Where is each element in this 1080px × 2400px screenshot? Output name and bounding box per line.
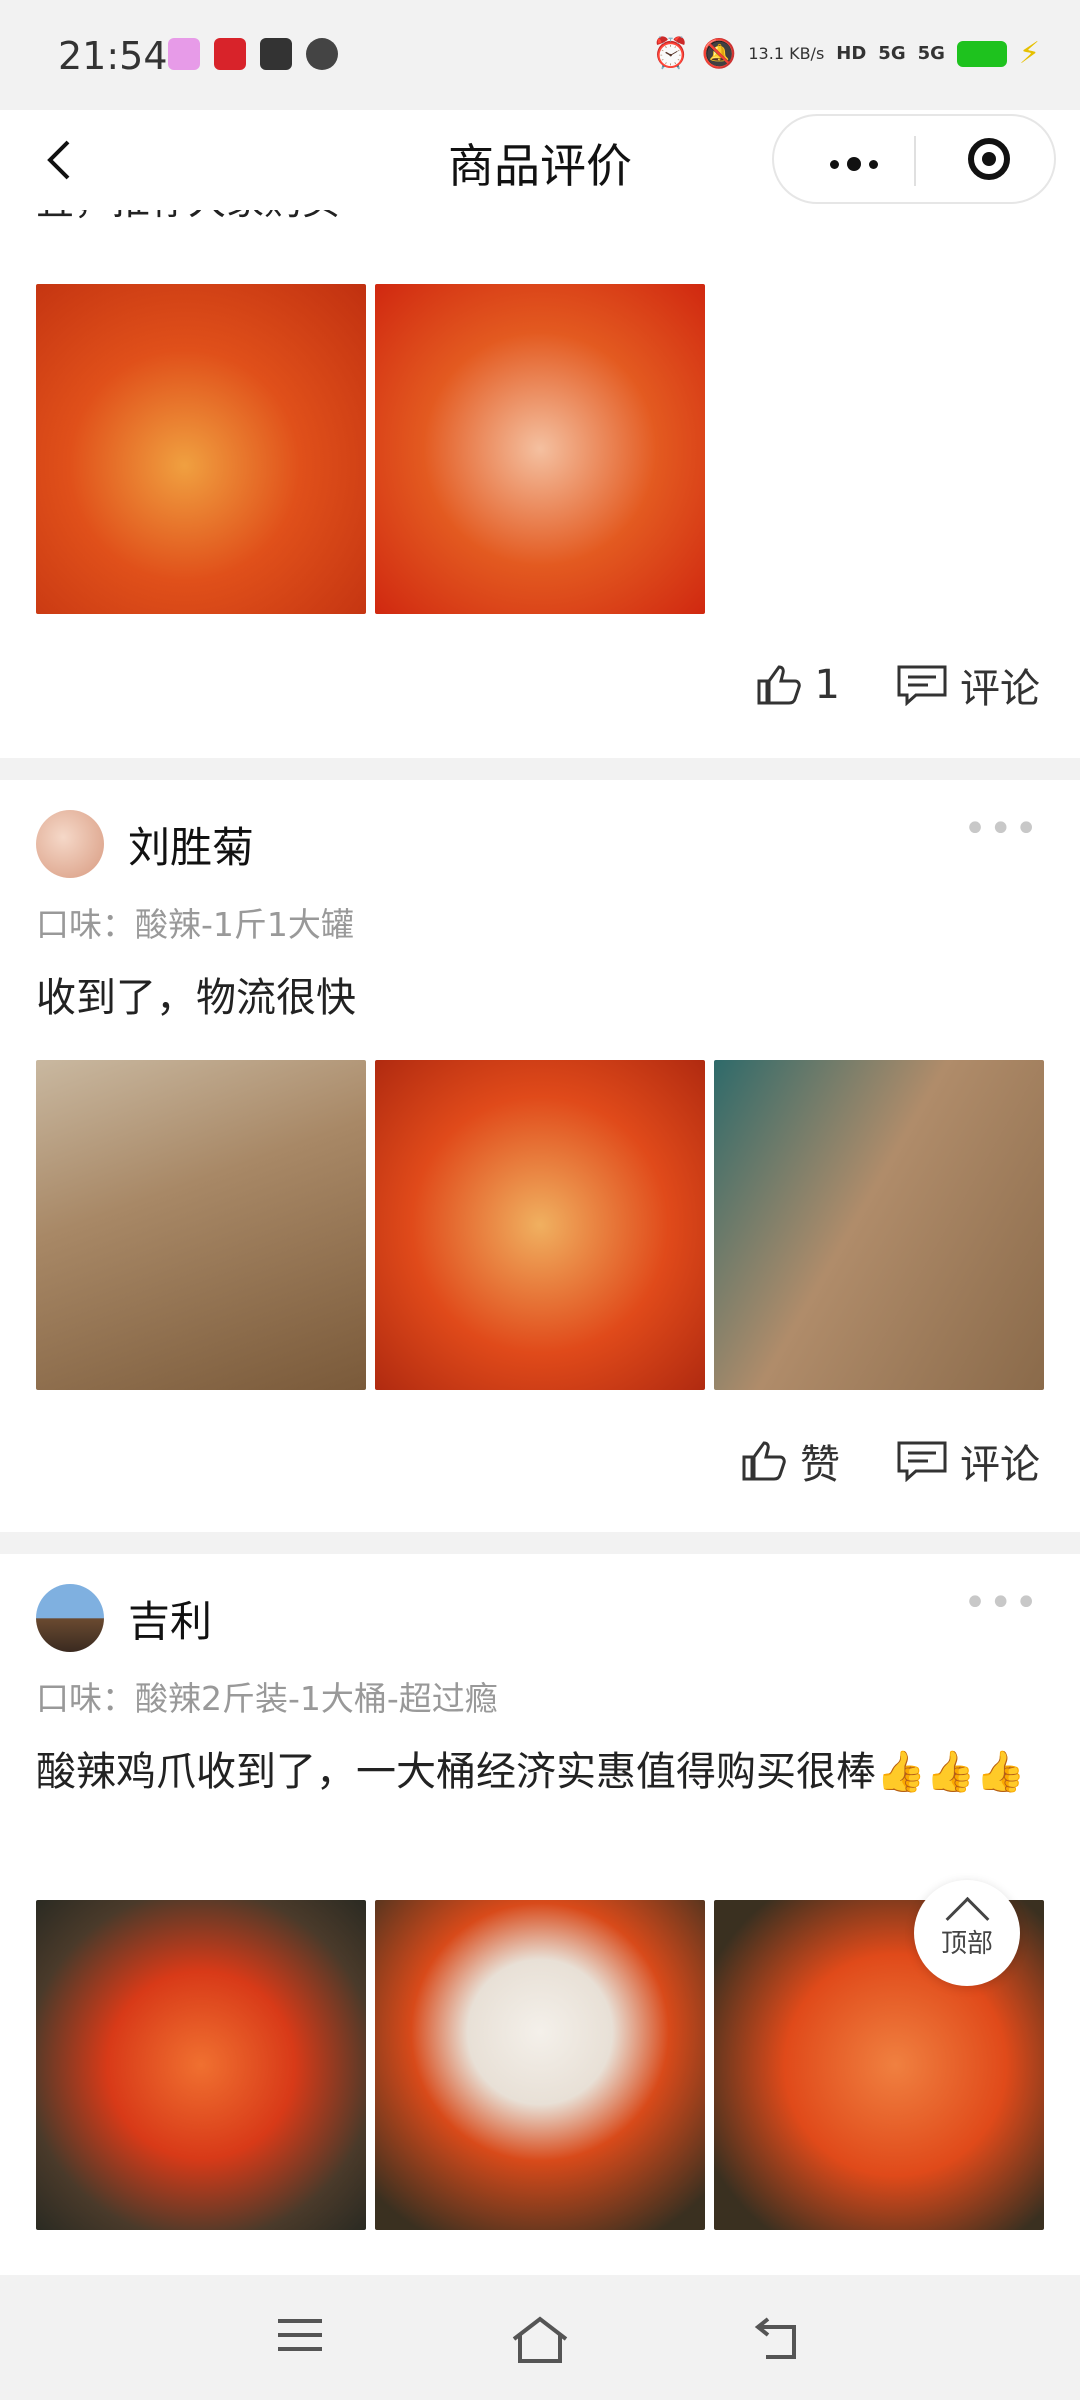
comment-label: 评论 bbox=[960, 1442, 1040, 1488]
charging-icon: ⚡ bbox=[1018, 36, 1040, 71]
review-photo[interactable] bbox=[375, 1900, 705, 2230]
review-photo[interactable] bbox=[375, 284, 705, 614]
like-button[interactable]: 1 bbox=[755, 662, 840, 708]
weather-icon bbox=[306, 38, 338, 70]
reviewer-name[interactable]: 吉利 bbox=[128, 1588, 212, 1649]
clock-app-icon bbox=[168, 38, 200, 70]
status-bar: 21:54 ⏰ 🔕 13.1 KB/s HD 5G 5G ⚡ bbox=[0, 0, 1080, 110]
review-list[interactable]: 宜，推荐大家购买 1 评论 刘胜菊 ••• 口味：酸辣-1斤1大罐 收到了，物流… bbox=[0, 210, 1080, 2275]
more-options-icon[interactable]: ••• bbox=[963, 806, 1040, 852]
thumb-up-icon bbox=[742, 1441, 786, 1481]
nav-bar: 商品评价 bbox=[0, 110, 1080, 210]
review-photos bbox=[36, 1900, 1044, 2230]
battery-icon bbox=[956, 40, 1007, 67]
hd-icon: HD bbox=[836, 43, 867, 64]
more-menu-icon[interactable] bbox=[830, 154, 886, 173]
review-actions: 赞 评论 bbox=[740, 1432, 1040, 1490]
status-time: 21:54 bbox=[58, 34, 168, 78]
avatar[interactable] bbox=[36, 1584, 104, 1652]
net-speed: 13.1 KB/s bbox=[748, 43, 825, 63]
section-divider bbox=[0, 1532, 1080, 1554]
alarm-icon: ⏰ bbox=[652, 36, 690, 71]
flavor-spec: 口味：酸辣2斤装-1大桶-超过瘾 bbox=[36, 1679, 498, 1718]
capsule-separator bbox=[914, 136, 916, 186]
like-button[interactable]: 赞 bbox=[740, 1432, 840, 1490]
thumb-up-icon bbox=[757, 665, 801, 705]
review-text: 收到了，物流很快 bbox=[36, 975, 356, 1021]
section-divider bbox=[0, 758, 1080, 780]
review-actions-partial: 1 评论 bbox=[755, 656, 1040, 714]
comment-button[interactable]: 评论 bbox=[896, 656, 1040, 714]
avatar[interactable] bbox=[36, 810, 104, 878]
review-photo[interactable] bbox=[36, 1900, 366, 2230]
app-notification-icon bbox=[214, 38, 246, 70]
review-photo[interactable] bbox=[714, 1060, 1044, 1390]
mini-program-capsule bbox=[772, 114, 1056, 204]
review-photos-partial bbox=[36, 284, 705, 614]
review-photo[interactable] bbox=[375, 1060, 705, 1390]
flavor-spec: 口味：酸辣-1斤1大罐 bbox=[36, 905, 354, 944]
signal-icon-2: 5G bbox=[917, 43, 945, 64]
comment-label: 评论 bbox=[960, 666, 1040, 712]
comment-icon bbox=[897, 665, 947, 706]
reviewer-name[interactable]: 刘胜菊 bbox=[128, 814, 254, 875]
signal-icon-1: 5G bbox=[878, 43, 906, 64]
comment-icon bbox=[897, 1441, 947, 1482]
status-notification-icons bbox=[168, 38, 338, 70]
message-icon bbox=[260, 38, 292, 70]
back-nav-icon[interactable] bbox=[754, 2315, 804, 2361]
mute-icon: 🔕 bbox=[701, 37, 737, 70]
review-text-partial: 宜，推荐大家购买 bbox=[36, 210, 340, 225]
status-right-icons: ⏰ 🔕 13.1 KB/s HD 5G 5G ⚡ bbox=[652, 36, 1040, 71]
menu-icon[interactable] bbox=[276, 2315, 324, 2355]
scroll-to-top-button[interactable]: 顶部 bbox=[914, 1880, 1020, 1986]
comment-button[interactable]: 评论 bbox=[896, 1432, 1040, 1490]
like-label: 赞 bbox=[800, 1442, 840, 1488]
close-mini-program-icon[interactable] bbox=[968, 138, 1010, 180]
review-photo[interactable] bbox=[36, 1060, 366, 1390]
system-nav-bar bbox=[0, 2275, 1080, 2400]
review-text: 酸辣鸡爪收到了，一大桶经济实惠值得购买很棒👍👍👍 bbox=[36, 1749, 1026, 1795]
review-photos bbox=[36, 1060, 1044, 1390]
like-count: 1 bbox=[814, 662, 840, 708]
review-photo[interactable] bbox=[36, 284, 366, 614]
more-options-icon[interactable]: ••• bbox=[963, 1580, 1040, 1626]
home-icon[interactable] bbox=[510, 2315, 570, 2365]
